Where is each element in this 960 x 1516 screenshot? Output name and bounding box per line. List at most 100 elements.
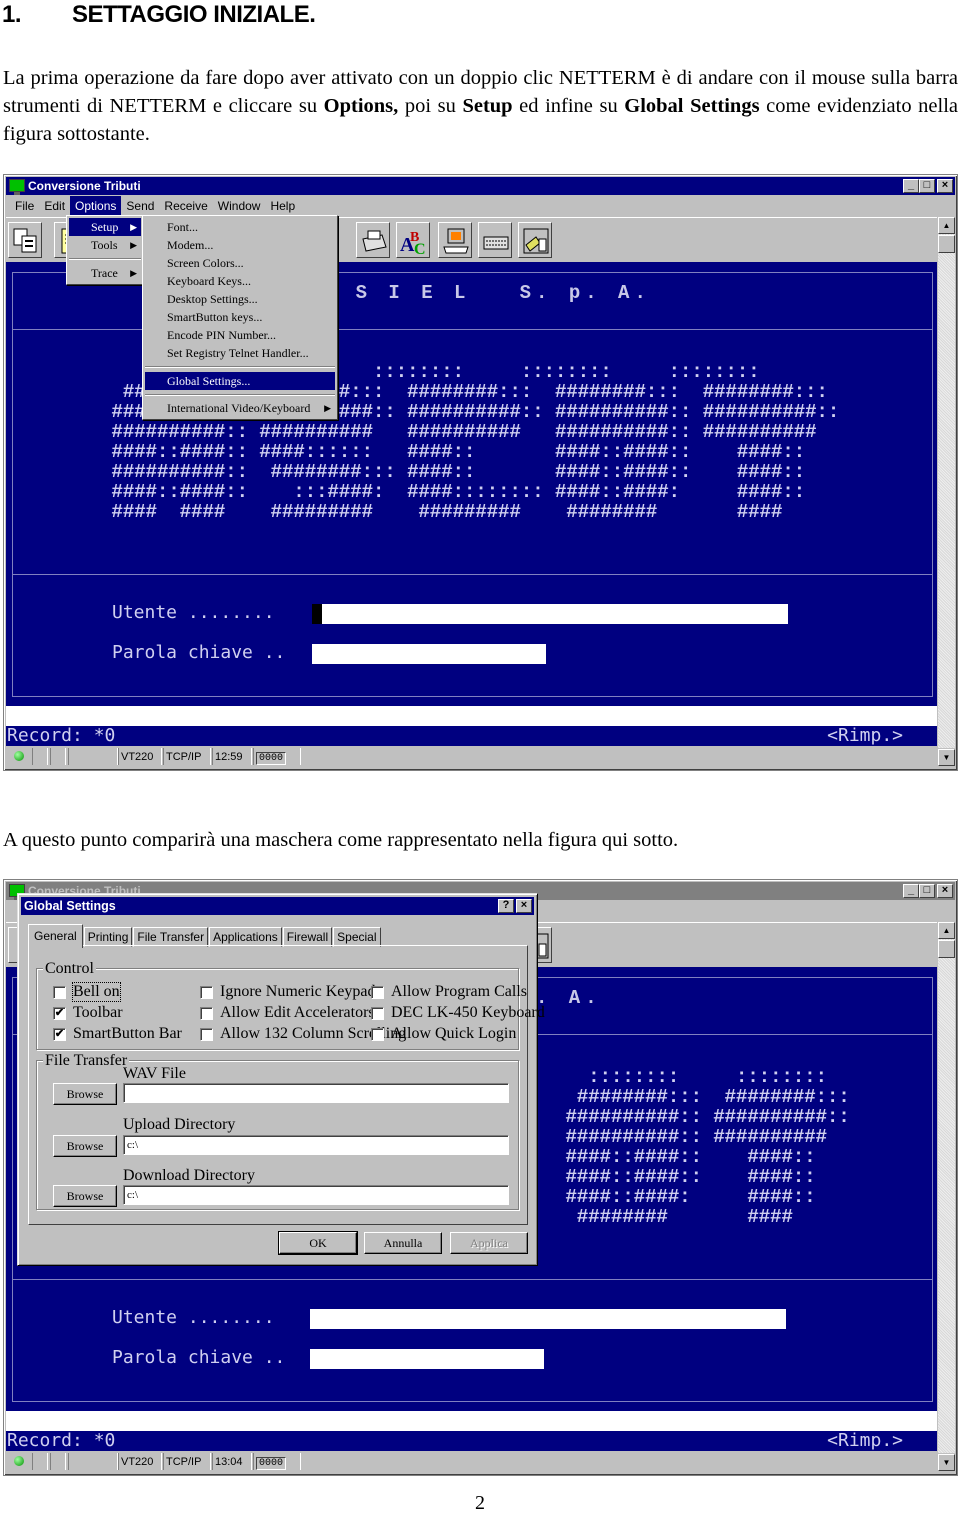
status-bar: VT220 TCP/IP 13:04 0000 bbox=[6, 1452, 937, 1472]
password-field[interactable] bbox=[310, 1349, 544, 1369]
submenu-arrow-icon: ▶ bbox=[130, 240, 137, 250]
password-label: Parola chiave .. bbox=[112, 642, 286, 663]
maximize-button[interactable]: □ bbox=[919, 179, 935, 193]
dec-lk450-keyboard-checkbox[interactable]: DEC LK-450 Keyboard bbox=[371, 1004, 545, 1022]
smartbutton-icon bbox=[523, 228, 549, 254]
allow-program-calls-checkbox[interactable]: Allow Program Calls bbox=[371, 983, 527, 1001]
wav-file-input[interactable] bbox=[123, 1083, 509, 1103]
setup-submenu: Font... Modem... Screen Colors... Keyboa… bbox=[142, 215, 338, 420]
close-button[interactable]: × bbox=[937, 179, 953, 193]
ascii-logo: :::::::: :::::::: ########::: ########::… bbox=[565, 1066, 850, 1228]
allow-quick-login-checkbox[interactable]: Allow Quick Login bbox=[371, 1025, 516, 1043]
minimize-button[interactable]: _ bbox=[903, 179, 919, 193]
user-field[interactable] bbox=[312, 604, 788, 624]
company-banner: . A. bbox=[536, 987, 602, 1009]
menu-edit[interactable]: Edit bbox=[39, 196, 70, 216]
scroll-thumb[interactable] bbox=[938, 940, 955, 958]
download-directory-label: Download Directory bbox=[123, 1167, 255, 1184]
menu-options[interactable]: Options bbox=[70, 196, 122, 216]
password-label: Parola chiave .. bbox=[112, 1347, 286, 1368]
checkbox-label: Bell on bbox=[72, 982, 121, 1002]
menu-receive[interactable]: Receive bbox=[159, 196, 212, 216]
smartbutton-bar-checkbox[interactable]: ✔ SmartButton Bar bbox=[53, 1025, 182, 1043]
record-text: Record: *0 bbox=[7, 1430, 116, 1451]
menu-file[interactable]: File bbox=[10, 196, 39, 216]
submenu-arrow-icon: ▶ bbox=[130, 222, 137, 232]
download-directory-input[interactable]: c:\ bbox=[123, 1185, 509, 1205]
user-field[interactable] bbox=[310, 1309, 786, 1329]
rimp-text: <Rimp.> bbox=[827, 725, 903, 746]
menu-item-desktop-settings[interactable]: Desktop Settings... bbox=[145, 290, 335, 308]
file-transfer-group-label: File Transfer bbox=[43, 1052, 130, 1070]
scroll-up-arrow-icon[interactable]: ▲ bbox=[938, 217, 955, 234]
status-time: 13:04 bbox=[212, 1453, 252, 1470]
menu-item-smartbutton-keys[interactable]: SmartButton keys... bbox=[145, 308, 335, 326]
browse-download-button[interactable]: Browse bbox=[53, 1185, 117, 1207]
menu-window[interactable]: Window bbox=[213, 196, 266, 216]
file-cabinet-button[interactable] bbox=[356, 222, 390, 258]
maximize-button[interactable]: □ bbox=[919, 884, 935, 898]
tab-applications[interactable]: Applications bbox=[209, 927, 282, 947]
smartbutton-button[interactable] bbox=[518, 222, 552, 258]
tab-firewall[interactable]: Firewall bbox=[282, 927, 333, 947]
cancel-button[interactable]: Annulla bbox=[364, 1232, 442, 1254]
spell-abc-button[interactable]: ABC bbox=[396, 222, 430, 258]
bell-on-checkbox[interactable]: Bell on bbox=[53, 982, 121, 1002]
scroll-thumb[interactable] bbox=[938, 235, 955, 253]
password-field[interactable] bbox=[312, 644, 546, 664]
menu-item-screen-colors[interactable]: Screen Colors... bbox=[145, 254, 335, 272]
upload-directory-input[interactable]: c:\ bbox=[123, 1135, 509, 1155]
submenu-arrow-icon: ▶ bbox=[130, 268, 137, 278]
keyboard-icon bbox=[483, 236, 509, 250]
company-banner: I N S I E L S. p. A. bbox=[290, 282, 651, 304]
second-paragraph: A questo punto comparirà una maschera co… bbox=[3, 829, 679, 851]
allow-edit-accelerators-checkbox[interactable]: Allow Edit Accelerators bbox=[200, 1004, 375, 1022]
menu-item-font[interactable]: Font... bbox=[145, 218, 335, 236]
browse-wav-button[interactable]: Browse bbox=[53, 1083, 117, 1105]
paragraph-text: ed infine su bbox=[512, 95, 625, 117]
heading-number: 1. bbox=[2, 1, 22, 28]
menu-item-tools[interactable]: Tools ▶ bbox=[69, 236, 141, 254]
scroll-down-arrow-icon[interactable]: ▼ bbox=[938, 1454, 955, 1471]
menu-send[interactable]: Send bbox=[121, 196, 159, 216]
ok-button[interactable]: OK bbox=[278, 1231, 358, 1255]
vertical-scrollbar[interactable]: ▲ bbox=[938, 217, 955, 748]
tab-general[interactable]: General bbox=[28, 924, 83, 948]
apply-button[interactable]: Applica bbox=[450, 1232, 528, 1254]
menu-help[interactable]: Help bbox=[265, 196, 300, 216]
scroll-up-arrow-icon[interactable]: ▲ bbox=[938, 922, 955, 939]
dialog-close-button[interactable]: × bbox=[516, 899, 532, 913]
browse-upload-button[interactable]: Browse bbox=[53, 1135, 117, 1157]
menu-item-global-settings[interactable]: Global Settings... bbox=[145, 372, 335, 390]
menu-item-encode-pin[interactable]: Encode PIN Number... bbox=[145, 326, 335, 344]
file-cabinet-icon bbox=[362, 230, 387, 252]
keyboard-button[interactable] bbox=[478, 222, 512, 258]
ignore-numeric-keypad-checkbox[interactable]: Ignore Numeric Keypad bbox=[200, 983, 376, 1001]
vertical-scrollbar[interactable]: ▲ bbox=[938, 922, 955, 1453]
title-bar[interactable]: Conversione Tributi _ □ × bbox=[6, 177, 955, 195]
dialog-title-bar[interactable]: Global Settings ? × bbox=[21, 897, 534, 915]
status-cell bbox=[32, 1453, 48, 1470]
checkbox-label: Allow Quick Login bbox=[391, 1025, 517, 1042]
terminal-button[interactable] bbox=[438, 222, 472, 258]
tab-file-transfer[interactable]: File Transfer bbox=[133, 927, 209, 947]
toolbar-checkbox[interactable]: ✔ Toolbar bbox=[53, 1004, 123, 1022]
menu-separator bbox=[145, 366, 335, 368]
upload-directory-label: Upload Directory bbox=[123, 1116, 236, 1133]
menu-item-international-video-keyboard[interactable]: International Video/Keyboard ▶ bbox=[145, 399, 335, 417]
close-button[interactable]: × bbox=[937, 884, 953, 898]
minimize-button[interactable]: _ bbox=[903, 884, 919, 898]
scroll-down-arrow-icon[interactable]: ▼ bbox=[938, 749, 955, 766]
tab-printing[interactable]: Printing bbox=[83, 927, 133, 947]
menu-item-setup[interactable]: Setup ▶ bbox=[69, 218, 141, 236]
led-indicators: 0000 bbox=[256, 1457, 287, 1470]
menu-item-keyboard-keys[interactable]: Keyboard Keys... bbox=[145, 272, 335, 290]
menu-item-modem[interactable]: Modem... bbox=[145, 236, 335, 254]
copy-button[interactable] bbox=[8, 222, 42, 258]
menu-item-label: International Video/Keyboard bbox=[167, 401, 311, 415]
tab-special[interactable]: Special bbox=[333, 927, 381, 947]
help-button[interactable]: ? bbox=[498, 899, 514, 913]
menu-item-registry-telnet[interactable]: Set Registry Telnet Handler... bbox=[145, 344, 335, 362]
record-bar: Record: *0 <Rimp.> bbox=[6, 1431, 937, 1451]
menu-item-trace[interactable]: Trace ▶ bbox=[69, 264, 141, 282]
